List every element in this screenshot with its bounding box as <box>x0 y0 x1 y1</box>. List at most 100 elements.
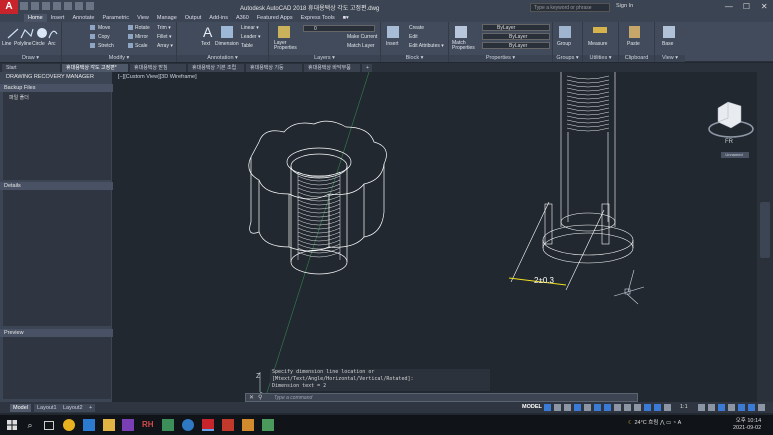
tab-annotate[interactable]: Annotate <box>68 14 98 22</box>
file-tab-4[interactable]: 휴대용택상 기둥 <box>246 64 302 72</box>
circle-button[interactable]: Circle <box>32 41 45 47</box>
tab-more[interactable]: ■▾ <box>339 14 353 22</box>
make-current-button[interactable]: Make Current <box>347 34 377 40</box>
osnap-icon[interactable] <box>604 404 611 411</box>
app-icon-2[interactable] <box>222 419 234 431</box>
scale-button[interactable]: Scale <box>135 43 148 49</box>
backup-folder-item[interactable]: 파일 폴더 <box>3 92 111 103</box>
new-tab-button[interactable]: + <box>362 64 372 72</box>
clock[interactable]: 오후 10:14 2021-09-02 <box>733 418 761 432</box>
linear-button[interactable]: Linear ▾ <box>241 25 259 31</box>
maximize-button[interactable]: ☐ <box>738 0 756 14</box>
tab-parametric[interactable]: Parametric <box>98 14 133 22</box>
tab-insert[interactable]: Insert <box>47 14 69 22</box>
new-file-icon[interactable] <box>20 2 28 10</box>
utilities-panel-label[interactable]: Utilities ▾ <box>583 55 618 62</box>
rhino-icon[interactable]: RH <box>142 419 154 431</box>
autocad-taskbar-icon[interactable] <box>202 419 214 431</box>
customize-command-icon[interactable]: ⚲ <box>258 394 262 401</box>
file-tab-2[interactable]: 휴대용택상 받침 <box>130 64 186 72</box>
fillet-button[interactable]: Fillet ▾ <box>157 34 171 40</box>
app-menu-button[interactable]: A <box>0 0 18 14</box>
undo-icon[interactable] <box>75 2 83 10</box>
lineweight-icon[interactable] <box>614 404 621 411</box>
input-language[interactable]: A <box>678 420 682 426</box>
tab-output[interactable]: Output <box>181 14 206 22</box>
layer-dropdown[interactable]: 0 <box>303 25 375 32</box>
tab-model[interactable]: Model <box>10 404 31 412</box>
gear-icon[interactable] <box>698 404 705 411</box>
selection-cycling-icon[interactable] <box>634 404 641 411</box>
app-icon-3[interactable] <box>242 419 254 431</box>
redo-icon[interactable] <box>86 2 94 10</box>
table-button[interactable]: Table <box>241 43 253 49</box>
match-properties-button[interactable]: Match Properties <box>452 41 475 51</box>
tab-add-ins[interactable]: Add-ins <box>205 14 232 22</box>
file-tab-active[interactable]: 휴대용택상 각도 고정편* <box>62 64 128 72</box>
app-icon-4[interactable] <box>262 419 274 431</box>
arc-button[interactable]: Arc <box>48 41 56 47</box>
color-dropdown[interactable]: ByLayer <box>482 24 550 31</box>
array-button[interactable]: Array ▾ <box>157 43 173 49</box>
command-line[interactable]: ✕ ⚲ Type a command <box>245 393 638 402</box>
ortho-icon[interactable] <box>564 404 571 411</box>
app-icon-1[interactable] <box>162 419 174 431</box>
annotation-panel-label[interactable]: Annotation ▾ <box>177 55 268 62</box>
groups-panel-label[interactable]: Groups ▾ <box>553 55 582 62</box>
tab-manage[interactable]: Manage <box>153 14 181 22</box>
paste-button[interactable]: Paste <box>627 41 640 47</box>
search-input[interactable]: Type a keyword or phrase <box>530 3 610 12</box>
sign-in-button[interactable]: Sign In <box>616 3 633 9</box>
base-button[interactable]: Base <box>662 41 673 47</box>
task-view-icon[interactable] <box>44 421 54 430</box>
hardware-acceleration-icon[interactable] <box>718 404 725 411</box>
line-button[interactable]: Line <box>2 41 11 47</box>
move-button[interactable]: Move <box>98 25 110 31</box>
backup-files-header[interactable]: Backup Files <box>0 84 113 92</box>
windows-start-icon[interactable] <box>6 419 18 431</box>
lineweight-dropdown[interactable]: ByLayer <box>482 42 550 49</box>
network-icon[interactable]: ⋀ ▭ ◔ <box>660 420 678 426</box>
leader-button[interactable]: Leader ▾ <box>241 34 260 40</box>
isodraft-icon[interactable] <box>584 404 591 411</box>
grid-icon[interactable] <box>544 404 551 411</box>
trim-button[interactable]: Trim ▾ <box>157 25 171 31</box>
preview-header[interactable]: Preview <box>0 329 113 337</box>
isolate-objects-icon[interactable] <box>728 404 735 411</box>
copy-button[interactable]: Copy <box>98 34 110 40</box>
linetype-dropdown[interactable]: ByLayer <box>482 33 550 40</box>
rotate-button[interactable]: Rotate <box>135 25 150 31</box>
group-button[interactable]: Group <box>557 41 571 47</box>
properties-panel-label[interactable]: Properties ▾ <box>449 55 552 62</box>
polar-icon[interactable] <box>574 404 581 411</box>
snap-icon[interactable] <box>554 404 561 411</box>
match-layer-button[interactable]: Match Layer <box>347 43 375 49</box>
add-layout-button[interactable]: + <box>86 404 96 412</box>
navigation-bar[interactable] <box>757 72 773 402</box>
plot-icon[interactable] <box>64 2 72 10</box>
draw-panel-label[interactable]: Draw ▾ <box>0 55 61 62</box>
chrome-icon[interactable] <box>63 419 75 431</box>
stretch-button[interactable]: Stretch <box>98 43 114 49</box>
dimension-text[interactable]: 2±0.3 <box>534 276 555 285</box>
tab-layout2[interactable]: Layout2 <box>60 404 86 412</box>
measure-button[interactable]: Measure <box>588 41 607 47</box>
viewcube-label[interactable]: Unnamed <box>720 152 748 158</box>
edit-attributes-button[interactable]: Edit Attributes ▾ <box>409 43 444 49</box>
dynamic-ucs-icon[interactable] <box>654 404 661 411</box>
tab-layout1[interactable]: Layout1 <box>34 404 60 412</box>
close-command-icon[interactable]: ✕ <box>249 394 254 401</box>
command-input[interactable]: Type a command <box>274 395 312 401</box>
annotation-visibility-icon[interactable] <box>664 404 671 411</box>
plus-icon[interactable] <box>708 404 715 411</box>
save-as-icon[interactable] <box>53 2 61 10</box>
file-tab-3[interactable]: 휴대용택상 기본 조립 <box>188 64 244 72</box>
dimension-button[interactable]: Dimension <box>215 41 239 47</box>
close-button[interactable]: ✕ <box>755 0 773 14</box>
layers-panel-label[interactable]: Layers ▾ <box>269 55 380 62</box>
drawing-viewport[interactable]: [−][Custom View][3D Wireframe] 2±0.3 Z F… <box>114 72 759 402</box>
polyline-button[interactable]: Polyline <box>14 41 32 47</box>
weather-text[interactable]: 24°C 흐림 <box>634 420 658 426</box>
layer-properties-button[interactable]: Layer Properties <box>274 41 298 51</box>
file-tab-5[interactable]: 휴대용택상 바닥부품 <box>304 64 360 72</box>
